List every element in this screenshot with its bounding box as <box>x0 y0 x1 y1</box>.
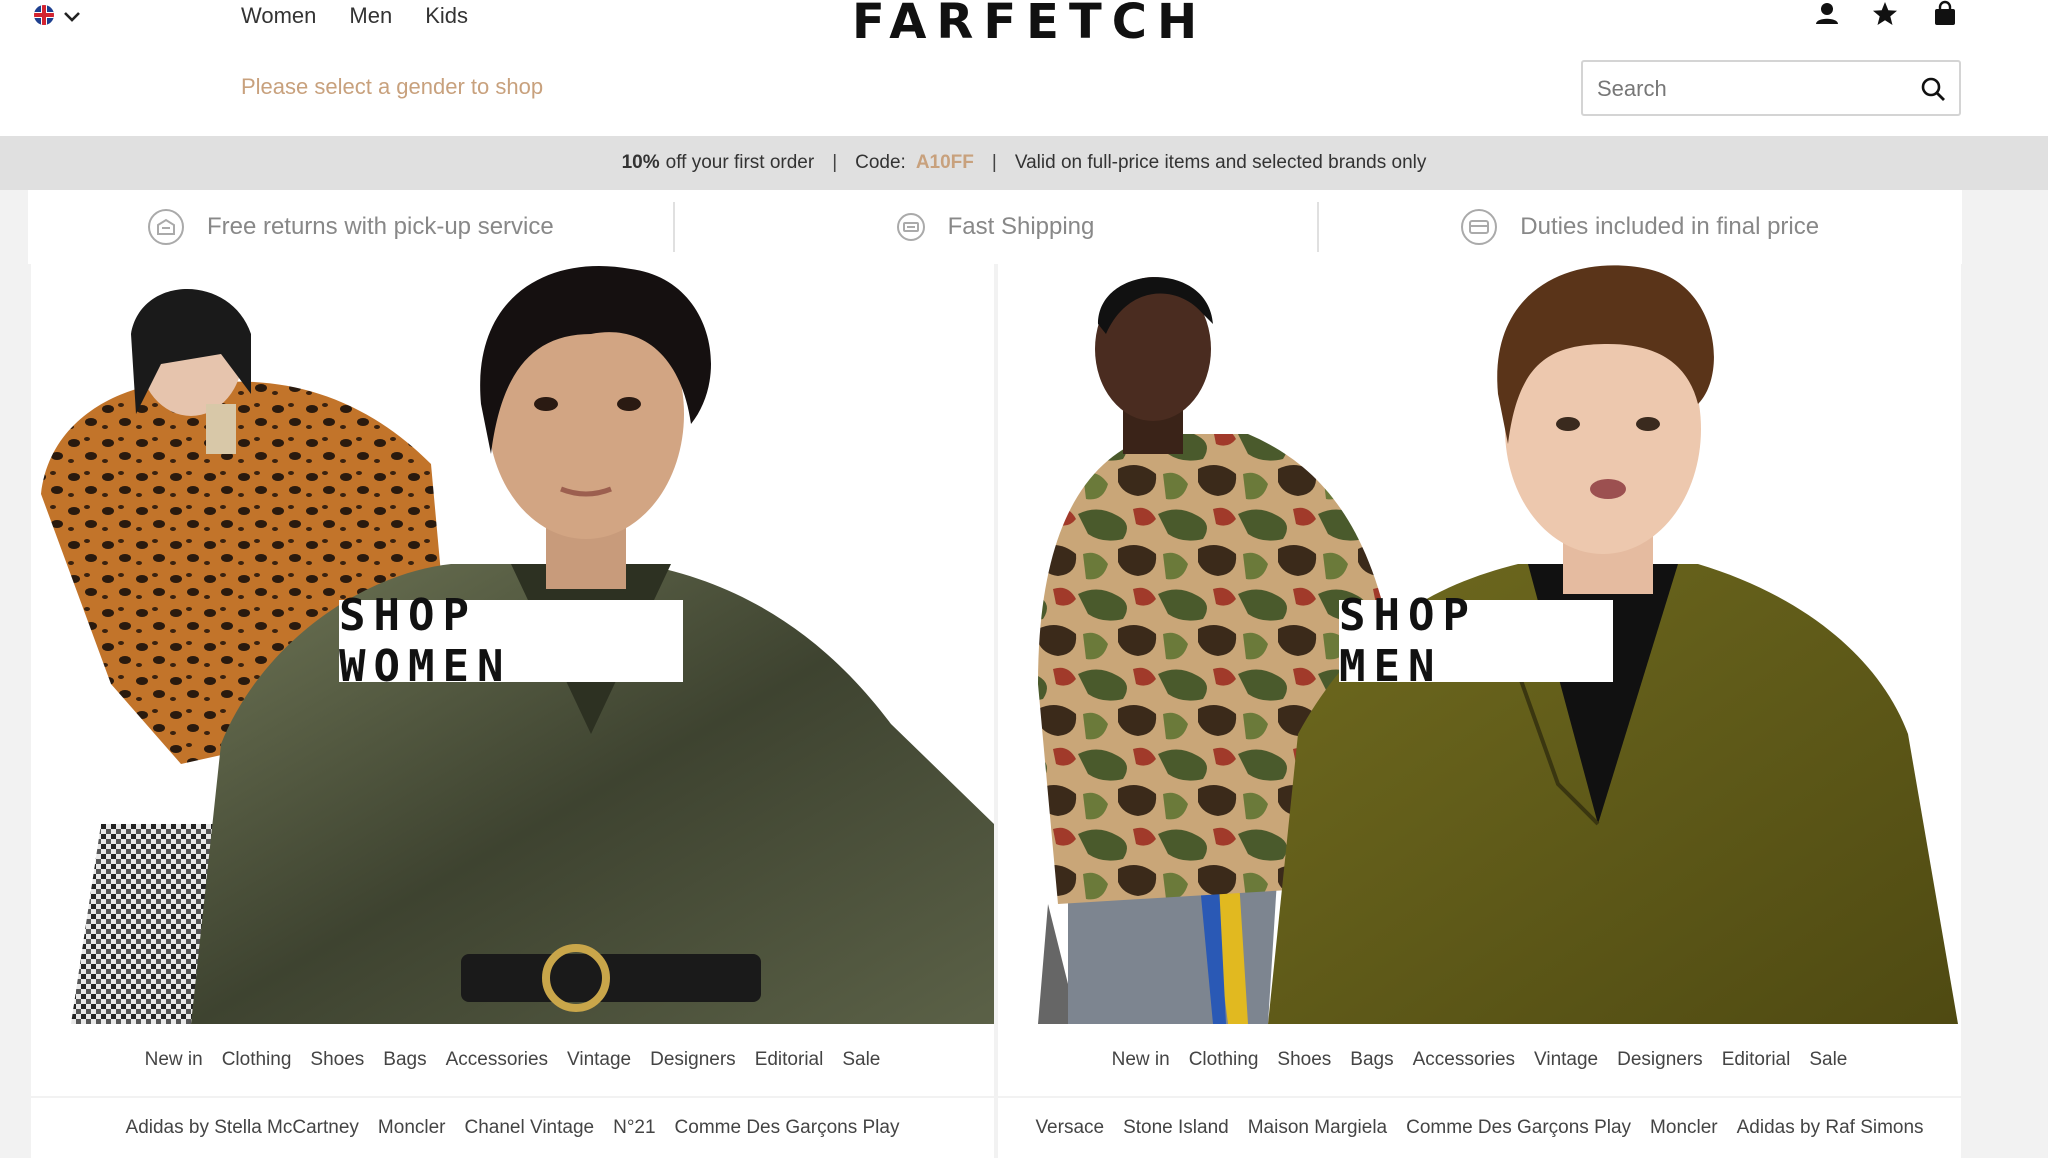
women-cat-shoes[interactable]: Shoes <box>310 1049 364 1071</box>
men-cat-shoes[interactable]: Shoes <box>1277 1049 1331 1071</box>
returns-icon <box>147 209 184 245</box>
nav-men[interactable]: Men <box>349 3 392 29</box>
men-category-nav: New in Clothing Shoes Bags Accessories V… <box>998 1024 1961 1096</box>
benefit-shipping[interactable]: Fast Shipping <box>672 190 1318 264</box>
nav-women[interactable]: Women <box>241 3 316 29</box>
designer-link[interactable]: N°21 <box>613 1117 655 1139</box>
men-cat-designers[interactable]: Designers <box>1617 1049 1703 1071</box>
shop-men-button[interactable]: SHOP MEN <box>1339 590 1613 692</box>
shipping-icon <box>896 213 925 241</box>
uk-flag-icon[interactable] <box>34 5 54 25</box>
benefit-label: Duties included in final price <box>1520 213 1820 240</box>
gender-nav: Women Men Kids <box>241 0 468 32</box>
promo-bar: 10% off your first order | Code: A10FF |… <box>0 136 2048 190</box>
benefit-duties[interactable]: Duties included in final price <box>1317 190 1962 264</box>
women-cat-designers[interactable]: Designers <box>650 1049 736 1071</box>
men-cat-accessories[interactable]: Accessories <box>1413 1049 1515 1071</box>
designer-link[interactable]: Stone Island <box>1123 1117 1229 1139</box>
designer-link[interactable]: Versace <box>1035 1117 1104 1139</box>
benefit-label: Free returns with pick-up service <box>206 213 554 240</box>
women-cat-new-in[interactable]: New in <box>145 1049 203 1071</box>
benefit-returns[interactable]: Free returns with pick-up service <box>28 190 673 264</box>
promo-text: off your first order <box>665 152 815 173</box>
designer-link[interactable]: Adidas by Raf Simons <box>1737 1117 1924 1139</box>
benefits-strip: Free returns with pick-up service Fast S… <box>28 190 1962 264</box>
site-logo[interactable]: FARFETCH <box>852 0 1207 50</box>
women-cat-sale[interactable]: Sale <box>842 1049 880 1071</box>
wishlist-star-icon[interactable] <box>1871 0 1899 28</box>
nav-kids[interactable]: Kids <box>425 3 468 29</box>
designer-link[interactable]: Comme Des Garçons Play <box>1406 1117 1631 1139</box>
women-cat-vintage[interactable]: Vintage <box>567 1049 631 1071</box>
promo-separator: | <box>991 152 997 173</box>
designer-link[interactable]: Adidas by Stella McCartney <box>126 1117 359 1139</box>
search-input[interactable] <box>1597 72 1897 106</box>
hero-women[interactable]: SHOP WOMEN <box>31 264 994 1024</box>
women-cat-accessories[interactable]: Accessories <box>446 1049 548 1071</box>
promo-code-label: Code: <box>855 152 906 173</box>
promo-conditions: Valid on full-price items and selected b… <box>1014 152 1427 173</box>
designer-link[interactable]: Moncler <box>1650 1117 1718 1139</box>
promo-percent: 10% <box>621 152 660 173</box>
shopping-bag-icon[interactable] <box>1931 0 1959 28</box>
men-designers-list: Versace Stone Island Maison Margiela Com… <box>998 1098 1961 1158</box>
men-cat-new-in[interactable]: New in <box>1112 1049 1170 1071</box>
women-designers-list: Adidas by Stella McCartney Moncler Chane… <box>31 1098 994 1158</box>
site-header: Women Men Kids Please select a gender to… <box>0 0 2048 136</box>
search-icon[interactable] <box>1919 75 1947 103</box>
designer-link[interactable]: Moncler <box>378 1117 446 1139</box>
shop-women-button[interactable]: SHOP WOMEN <box>339 590 683 692</box>
designer-link[interactable]: Maison Margiela <box>1248 1117 1387 1139</box>
designer-link[interactable]: Chanel Vintage <box>465 1117 595 1139</box>
promo-code: A10FF <box>915 152 974 173</box>
benefit-label: Fast Shipping <box>947 213 1095 240</box>
chevron-down-icon[interactable] <box>62 6 82 26</box>
duties-icon <box>1461 209 1498 245</box>
men-cat-sale[interactable]: Sale <box>1809 1049 1847 1071</box>
designer-link[interactable]: Comme Des Garçons Play <box>675 1117 900 1139</box>
men-cat-bags[interactable]: Bags <box>1350 1049 1393 1071</box>
women-cat-bags[interactable]: Bags <box>383 1049 426 1071</box>
promo-separator: | <box>832 152 838 173</box>
account-icon[interactable] <box>1813 0 1841 28</box>
men-cat-vintage[interactable]: Vintage <box>1534 1049 1598 1071</box>
women-cat-editorial[interactable]: Editorial <box>755 1049 824 1071</box>
women-cat-clothing[interactable]: Clothing <box>222 1049 292 1071</box>
gender-hint: Please select a gender to shop <box>241 74 544 99</box>
search-box[interactable] <box>1581 60 1961 116</box>
women-category-nav: New in Clothing Shoes Bags Accessories V… <box>31 1024 994 1096</box>
men-cat-editorial[interactable]: Editorial <box>1722 1049 1791 1071</box>
hero-men[interactable]: SHOP MEN <box>998 264 1961 1024</box>
men-cat-clothing[interactable]: Clothing <box>1189 1049 1259 1071</box>
